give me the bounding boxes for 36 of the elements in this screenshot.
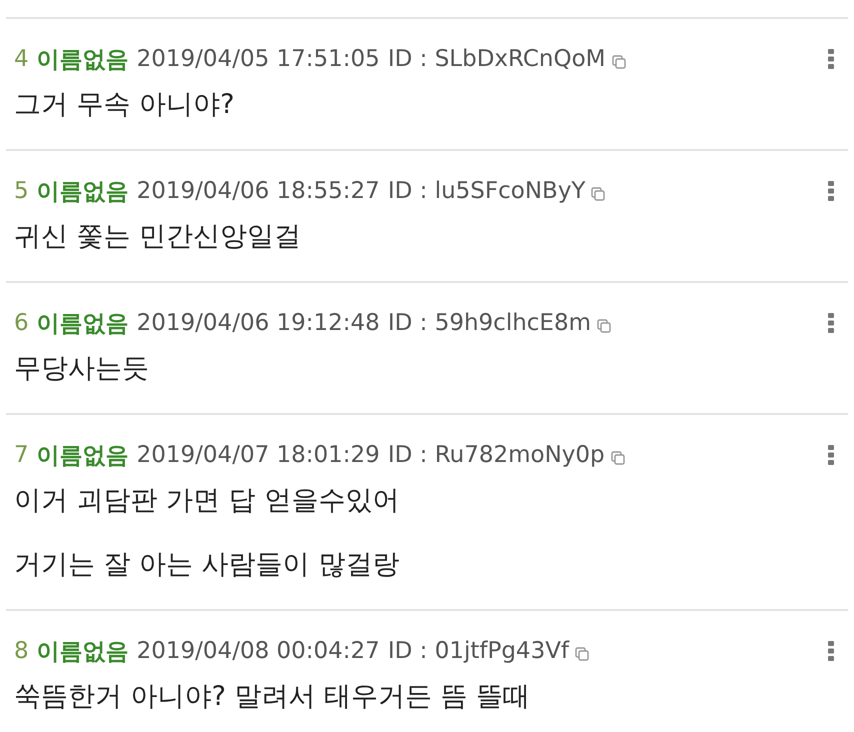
copy-icon[interactable] <box>610 451 625 465</box>
post-text: 그거 무속 아니야? <box>14 88 236 122</box>
user-id: ID : SLbDxRCnQoM <box>388 46 606 72</box>
more-menu-icon[interactable] <box>828 641 834 661</box>
post-number: 7 <box>14 442 29 468</box>
author-name: 이름없음 <box>36 46 129 74</box>
post-date: 2019/04/08 00:04:27 <box>136 638 380 664</box>
post-text: 무당사는듯 <box>14 352 150 386</box>
user-id: ID : 59h9clhcE8m <box>388 310 591 336</box>
copy-icon[interactable] <box>591 187 606 201</box>
post-date: 2019/04/06 19:12:48 <box>136 310 380 336</box>
post-text: 이거 괴담판 가면 답 얻을수있어 <box>14 484 400 518</box>
author-name: 이름없음 <box>36 442 129 470</box>
more-menu-icon[interactable] <box>828 445 834 465</box>
post-number: 6 <box>14 310 29 336</box>
copy-icon[interactable] <box>612 55 626 69</box>
more-menu-icon[interactable] <box>828 49 834 69</box>
more-menu-icon[interactable] <box>828 181 834 201</box>
post-number: 8 <box>14 638 29 664</box>
user-id: ID : Ru782moNy0p <box>388 442 605 468</box>
post-date: 2019/04/06 18:55:27 <box>136 178 380 204</box>
author-name: 이름없음 <box>36 178 129 206</box>
post-date: 2019/04/05 17:51:05 <box>136 46 380 72</box>
user-id: ID : 01jtfPg43Vf <box>388 638 570 664</box>
author-name: 이름없음 <box>36 638 129 666</box>
post-text: 귀신 쫓는 민간신앙일걸 <box>14 220 302 254</box>
user-id: ID : lu5SFcoNByY <box>388 178 586 204</box>
post-number: 4 <box>14 46 29 72</box>
author-name: 이름없음 <box>36 310 129 338</box>
post-text: 쑥뜸한거 아니야? 말려서 태우거든 뜸 뜰때 <box>14 680 532 714</box>
more-menu-icon[interactable] <box>828 313 834 333</box>
post-date: 2019/04/07 18:01:29 <box>136 442 380 468</box>
post-text: 거기는 잘 아는 사람들이 많걸랑 <box>14 548 400 582</box>
copy-icon[interactable] <box>575 647 590 661</box>
copy-icon[interactable] <box>597 319 611 333</box>
post-number: 5 <box>14 178 29 204</box>
